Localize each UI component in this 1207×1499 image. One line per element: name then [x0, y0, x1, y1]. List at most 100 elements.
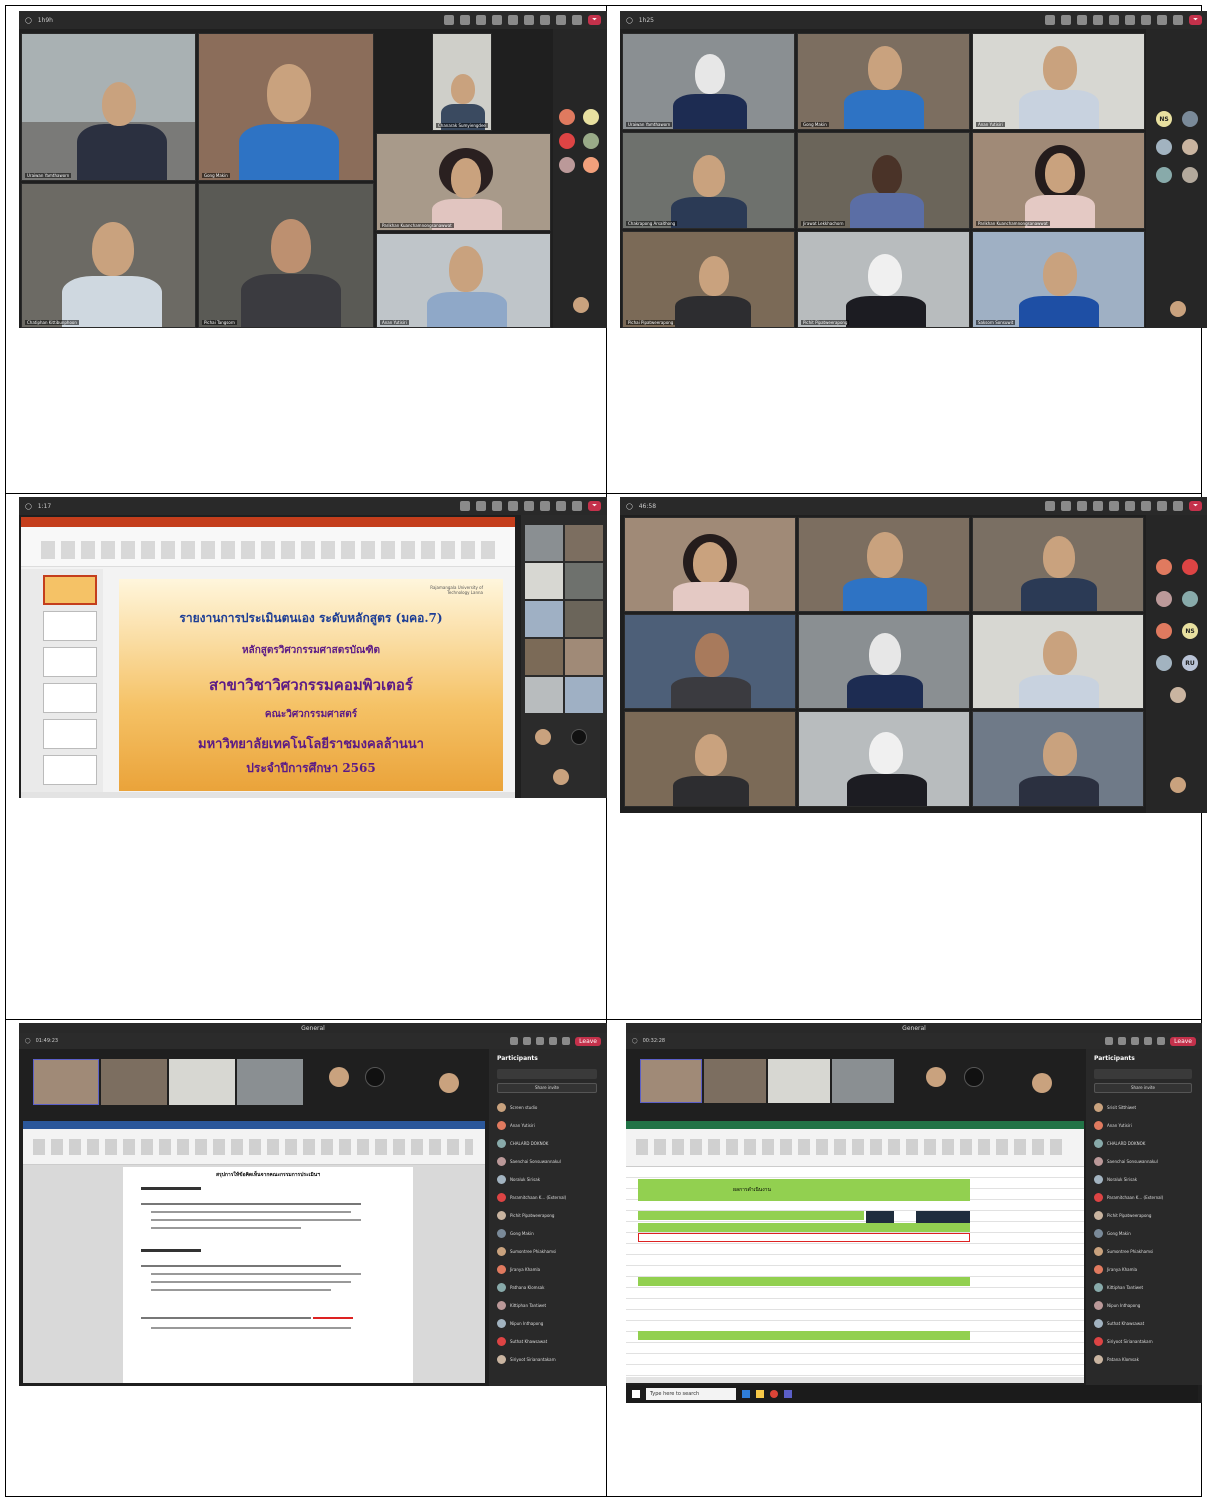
participant-row[interactable]: Saenchai Sonsuwannakul: [497, 1155, 597, 1167]
camera-icon[interactable]: [536, 1037, 545, 1045]
participant-avatar[interactable]: NS: [1182, 623, 1198, 639]
raise-hand-icon[interactable]: [1093, 501, 1104, 511]
participant-row[interactable]: Gong Makin: [1094, 1227, 1192, 1239]
raise-hand-icon[interactable]: [1093, 15, 1104, 25]
leave-button[interactable]: ⏷: [588, 501, 601, 511]
participant-avatar[interactable]: RU: [1182, 655, 1198, 671]
participant-avatar[interactable]: [583, 109, 599, 125]
participant-avatar[interactable]: [1170, 687, 1186, 703]
more-icon[interactable]: [524, 501, 535, 511]
teams-icon[interactable]: [784, 1390, 792, 1398]
participant-row[interactable]: Sumontree Phiakhamsi: [497, 1245, 597, 1257]
windows-start-icon[interactable]: [632, 1390, 640, 1398]
video-thumb[interactable]: [33, 1059, 99, 1105]
participant-avatar[interactable]: [1156, 559, 1172, 575]
video-thumb[interactable]: [640, 1059, 702, 1103]
spreadsheet-grid[interactable]: ผลการดำเนินงาน: [626, 1167, 1084, 1377]
people-icon[interactable]: [476, 501, 487, 511]
participant-row[interactable]: Nipun Inthapong: [1094, 1299, 1192, 1311]
camera-icon[interactable]: [1131, 1037, 1140, 1045]
participant-avatar[interactable]: [583, 133, 599, 149]
participant-avatar[interactable]: [329, 1067, 349, 1087]
participant-row[interactable]: Gong Makin: [497, 1227, 597, 1239]
leave-button[interactable]: ⏷: [588, 15, 601, 25]
view-icon[interactable]: [1109, 15, 1120, 25]
participant-avatar[interactable]: [1182, 167, 1198, 183]
participant-row[interactable]: Jiranya Khamla: [1094, 1263, 1192, 1275]
share-icon[interactable]: [562, 1037, 571, 1045]
share-invite-button[interactable]: Share invite: [1094, 1083, 1192, 1093]
video-thumb[interactable]: [832, 1059, 894, 1103]
mic-icon[interactable]: [556, 15, 567, 25]
chat-icon[interactable]: [460, 501, 471, 511]
more-icon[interactable]: [1125, 15, 1136, 25]
participant-row[interactable]: CHALARD DOKNOK: [497, 1137, 597, 1149]
react-icon[interactable]: [1077, 15, 1088, 25]
participant-row[interactable]: Paramitchaan K... (External): [497, 1191, 597, 1203]
participant-avatar[interactable]: [1182, 111, 1198, 127]
raise-hand-icon[interactable]: [492, 15, 503, 25]
participant-avatar[interactable]: NS: [1156, 111, 1172, 127]
video-thumb[interactable]: [237, 1059, 303, 1105]
chat-icon[interactable]: [1045, 15, 1056, 25]
file-explorer-icon[interactable]: [756, 1390, 764, 1398]
participant-avatar[interactable]: [1156, 591, 1172, 607]
participant-row[interactable]: Kittiphan Tantiwet: [1094, 1281, 1192, 1293]
leave-button[interactable]: Leave: [575, 1036, 601, 1046]
participant-row[interactable]: Suthat Khawsawat: [1094, 1317, 1192, 1329]
participants-search[interactable]: [1094, 1069, 1192, 1079]
participant-row[interactable]: Suthat Khawsawat: [497, 1335, 597, 1347]
participant-avatar[interactable]: [559, 157, 575, 173]
participant-row[interactable]: Srisit Sitthiwet: [1094, 1101, 1192, 1113]
participant-row[interactable]: Kittiphan Tantiwet: [497, 1299, 597, 1311]
taskbar-search[interactable]: Type here to search: [646, 1388, 736, 1400]
participant-row[interactable]: Jiranya Khamla: [497, 1263, 597, 1275]
participant-row[interactable]: Siriyoot Sirianantakarn: [497, 1353, 597, 1365]
leave-button[interactable]: Leave: [1170, 1036, 1196, 1046]
leave-button[interactable]: ⏷: [1189, 15, 1202, 25]
participant-row[interactable]: Pichit Pipatweerapong: [1094, 1209, 1192, 1221]
participant-row[interactable]: Noraluk Sirisak: [1094, 1173, 1192, 1185]
participant-avatar[interactable]: [1156, 655, 1172, 671]
chat-icon[interactable]: [444, 15, 455, 25]
view-icon[interactable]: [1109, 501, 1120, 511]
react-icon[interactable]: [492, 501, 503, 511]
participant-row[interactable]: Pathana Klomsak: [497, 1281, 597, 1293]
camera-icon[interactable]: [1141, 15, 1152, 25]
task-view-icon[interactable]: [742, 1390, 750, 1398]
participant-avatar[interactable]: [365, 1067, 385, 1087]
participant-row[interactable]: Anan Yutisiri: [497, 1119, 597, 1131]
chat-icon[interactable]: [510, 1037, 519, 1045]
participant-row[interactable]: CHALARD DOKNOK: [1094, 1137, 1192, 1149]
view-icon[interactable]: [508, 501, 519, 511]
more-icon[interactable]: [1125, 501, 1136, 511]
participant-avatar[interactable]: [559, 133, 575, 149]
participant-row[interactable]: Paramitchaan K... (External): [1094, 1191, 1192, 1203]
mic-icon[interactable]: [1144, 1037, 1153, 1045]
react-icon[interactable]: [476, 15, 487, 25]
participant-avatar[interactable]: [1156, 623, 1172, 639]
participant-row[interactable]: Saenchai Sonsuwannakul: [1094, 1155, 1192, 1167]
share-icon[interactable]: [1173, 15, 1184, 25]
people-icon[interactable]: [523, 1037, 532, 1045]
share-invite-button[interactable]: Share invite: [497, 1083, 597, 1093]
video-thumb[interactable]: [704, 1059, 766, 1103]
participant-avatar[interactable]: [1156, 139, 1172, 155]
camera-icon[interactable]: [540, 501, 551, 511]
video-thumb[interactable]: [101, 1059, 167, 1105]
participant-avatar[interactable]: [1182, 559, 1198, 575]
participant-avatar[interactable]: [1182, 591, 1198, 607]
video-thumb[interactable]: [768, 1059, 830, 1103]
camera-icon[interactable]: [540, 15, 551, 25]
participant-row[interactable]: Sumontree Phiakhamsi: [1094, 1245, 1192, 1257]
people-icon[interactable]: [1061, 15, 1072, 25]
mic-icon[interactable]: [549, 1037, 558, 1045]
camera-icon[interactable]: [1141, 501, 1152, 511]
share-icon[interactable]: [572, 15, 583, 25]
participant-row[interactable]: Nipun Inthapong: [497, 1317, 597, 1329]
participant-row[interactable]: Patana Klomsak: [1094, 1353, 1192, 1365]
participant-avatar[interactable]: [926, 1067, 946, 1087]
participant-avatar[interactable]: [583, 157, 599, 173]
participant-row[interactable]: Screen studio: [497, 1101, 597, 1113]
participant-row[interactable]: Anan Yutisiri: [1094, 1119, 1192, 1131]
